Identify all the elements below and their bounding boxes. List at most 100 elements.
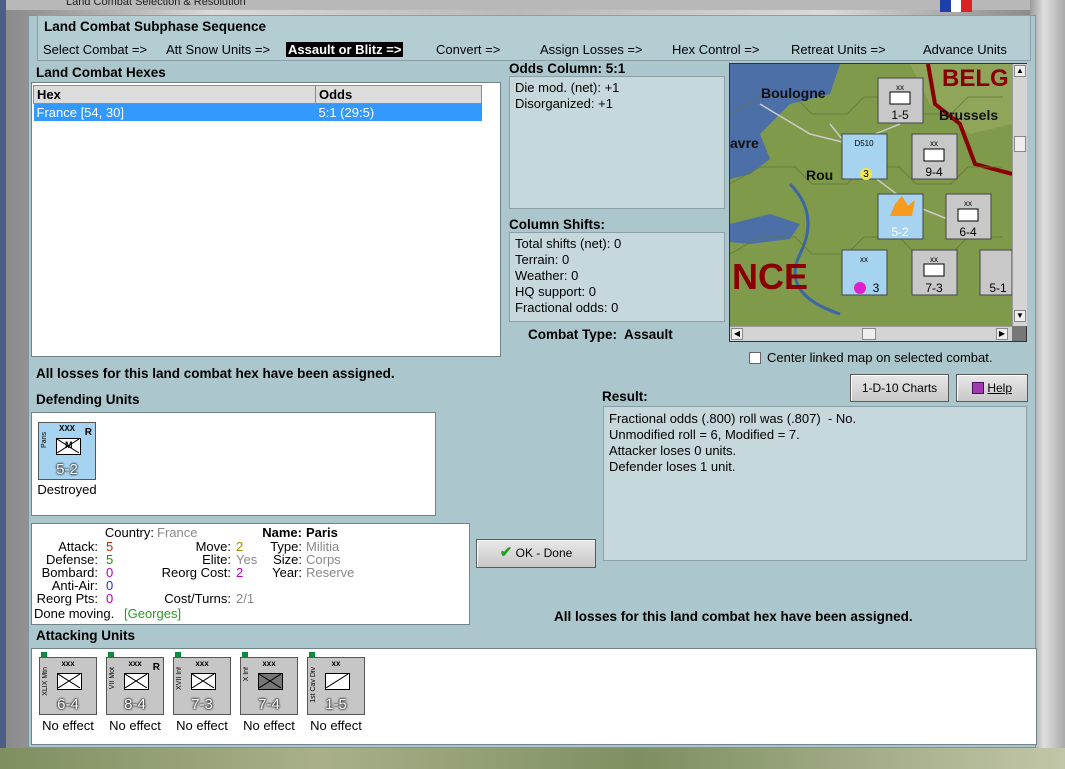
map-counter-destroyed[interactable]: 5-2: [877, 193, 924, 240]
status-dot-icon: [108, 652, 114, 658]
scroll-left-icon[interactable]: ◀: [731, 328, 743, 340]
unit-status: Destroyed: [37, 482, 97, 497]
map-counter[interactable]: xx 1-5: [877, 77, 924, 124]
svg-text:xx: xx: [964, 199, 972, 208]
step-convert[interactable]: Convert =>: [436, 42, 500, 57]
center-map-label[interactable]: Center linked map on selected combat.: [767, 350, 992, 365]
charts-button[interactable]: 1-D-10 Charts: [850, 374, 949, 402]
hexes-table-panel: Hex Odds France [54, 30] 5:1 (29:5): [31, 82, 501, 357]
map-vertical-scrollbar[interactable]: ▲ ▼: [1012, 64, 1027, 326]
window-titlebar: Land Combat Selection & Resolution: [6, 0, 1034, 10]
help-button-label: Help: [987, 381, 1013, 395]
result-line: Fractional odds (.800) roll was (.807) -…: [609, 411, 857, 426]
costturns-value: 2/1: [236, 591, 255, 606]
map-counter[interactable]: D510 3: [841, 133, 888, 180]
scroll-right-icon[interactable]: ▶: [996, 328, 1008, 340]
weather-line: Weather: 0: [515, 268, 579, 283]
col-hex[interactable]: Hex: [33, 85, 316, 104]
terrain-line: Terrain: 0: [515, 252, 570, 267]
scroll-up-icon[interactable]: ▲: [1014, 65, 1026, 77]
result-box: Fractional odds (.800) roll was (.807) -…: [603, 406, 1027, 561]
unit-type-letter: M: [65, 440, 73, 450]
step-advance-units[interactable]: Advance Units: [923, 42, 1007, 57]
svg-text:9-4: 9-4: [925, 165, 943, 179]
unit-details-panel: Country: France Attack: 5 Defense: 5 Bom…: [31, 523, 470, 625]
odds-cell: 5:1 (29:5): [315, 103, 482, 121]
scroll-thumb-h[interactable]: [862, 328, 876, 340]
name-value: Paris: [306, 525, 338, 540]
attacking-unit-counter[interactable]: xx 1st Cav Div 1-5: [307, 652, 365, 715]
result-line: Attacker loses 0 units.: [609, 443, 737, 458]
svg-text:xx: xx: [930, 255, 938, 264]
step-hex-control[interactable]: Hex Control =>: [672, 42, 759, 57]
map-canvas[interactable]: BELG Boulogne Brussels avre Rou NCE xx 1…: [730, 64, 1012, 326]
attacking-unit-counter[interactable]: xxx X Inf 7-4: [240, 652, 298, 715]
hq-support-line: HQ support: 0: [515, 284, 596, 299]
unit-symbol-icon: [124, 673, 149, 690]
year-label: Year:: [272, 565, 302, 580]
unit-status: No effect: [176, 718, 228, 733]
window-title: Land Combat Selection & Resolution: [66, 0, 246, 8]
die-mod-line: Die mod. (net): +1: [515, 80, 620, 95]
scroll-down-icon[interactable]: ▼: [1014, 310, 1026, 322]
result-line: Unmodified roll = 6, Modified = 7.: [609, 427, 800, 442]
unit-status: No effect: [109, 718, 161, 733]
svg-text:3: 3: [873, 281, 880, 295]
odds-box: Die mod. (net): +1 Disorganized: +1: [509, 76, 725, 209]
unit-name: X Inf: [243, 667, 250, 682]
hexes-table: Hex Odds France [54, 30] 5:1 (29:5): [33, 85, 482, 121]
map-horizontal-scrollbar[interactable]: ◀ ▶: [730, 326, 1012, 341]
attacking-unit-counter[interactable]: xxx XVII Inf 7-3: [173, 652, 231, 715]
scroll-thumb[interactable]: [1014, 136, 1026, 152]
step-att-snow-units[interactable]: Att Snow Units =>: [166, 42, 270, 57]
help-button[interactable]: Help: [956, 374, 1028, 402]
country-value: France: [157, 525, 198, 540]
map-counter[interactable]: xx 3: [841, 249, 888, 296]
map-counter[interactable]: xx 7-3: [911, 249, 958, 296]
subphase-sequence: Land Combat Subphase Sequence Select Com…: [37, 15, 1031, 61]
defending-units-panel: XXX Paris R M 5-2 Destroyed: [31, 412, 436, 516]
defending-heading: Defending Units: [36, 392, 140, 407]
defending-unit-counter[interactable]: XXX Paris R M 5-2: [38, 422, 96, 480]
unit-name: XLIX Mtn: [42, 667, 49, 696]
map-counter[interactable]: xx 9-4: [911, 133, 958, 180]
attacking-unit-counter[interactable]: xxx XLIX Mtn 6-4: [39, 652, 97, 715]
svg-text:xx: xx: [930, 139, 938, 148]
center-map-checkbox[interactable]: [749, 352, 761, 364]
attacking-heading: Attacking Units: [36, 628, 136, 643]
svg-text:xx: xx: [860, 255, 868, 264]
hex-cell: France [54, 30]: [33, 103, 316, 121]
unit-symbol-icon: [258, 673, 283, 690]
reorg-flag: R: [84, 427, 92, 438]
odds-heading: Odds Column: 5:1: [509, 61, 626, 76]
map-counter[interactable]: xx 6-4: [945, 193, 992, 240]
step-retreat-units[interactable]: Retreat Units =>: [791, 42, 886, 57]
svg-text:D510: D510: [854, 139, 874, 148]
step-assign-losses[interactable]: Assign Losses =>: [540, 42, 643, 57]
done-moving-text: Done moving.: [34, 606, 115, 621]
map-label-brussels: Brussels: [939, 107, 998, 123]
linked-map[interactable]: BELG Boulogne Brussels avre Rou NCE xx 1…: [729, 63, 1027, 342]
col-odds[interactable]: Odds: [315, 85, 482, 104]
map-label-rouen: Rou: [806, 167, 833, 183]
shifts-box: Total shifts (net): 0 Terrain: 0 Weather…: [509, 232, 725, 322]
svg-text:6-4: 6-4: [959, 225, 977, 239]
losses-message-top: All losses for this land combat hex have…: [36, 366, 395, 381]
status-dot-icon: [175, 652, 181, 658]
svg-text:5-1: 5-1: [989, 281, 1007, 295]
attacking-unit-counter[interactable]: xxx VII Mot R 8-4: [106, 652, 164, 715]
unit-symbol-icon: [325, 673, 350, 690]
ok-done-button[interactable]: ✔ OK - Done: [476, 539, 596, 568]
unit-strength: 7-4: [258, 696, 280, 713]
map-counter[interactable]: 5-1: [979, 249, 1012, 296]
unit-status: No effect: [243, 718, 295, 733]
step-assault-or-blitz[interactable]: Assault or Blitz =>: [286, 42, 404, 57]
table-row[interactable]: France [54, 30] 5:1 (29:5): [33, 103, 482, 121]
step-select-combat[interactable]: Select Combat =>: [43, 42, 147, 57]
unit-name: VII Mot: [109, 667, 116, 690]
background-map-strip: [0, 748, 1065, 769]
map-label-belg: BELG: [942, 65, 1009, 92]
ok-done-label: OK - Done: [515, 546, 573, 560]
map-label-boulogne: Boulogne: [761, 85, 826, 101]
unit-strength: 7-3: [191, 696, 213, 713]
